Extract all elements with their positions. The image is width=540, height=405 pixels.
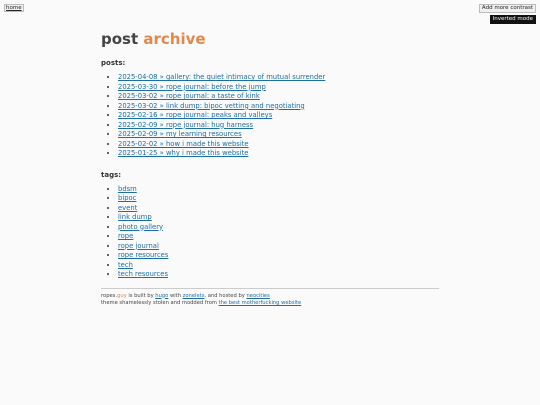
posts-heading: posts:: [101, 59, 126, 67]
tag-item: bipoc: [118, 194, 439, 204]
theme-text: theme shamelessly stolen and modded from: [101, 300, 219, 306]
tag-link[interactable]: tech: [118, 261, 133, 269]
footer-line-1: ropes.guy is built by hugo with zonelets…: [101, 293, 439, 301]
post-link[interactable]: 2025-03-30 » rope journal: before the ju…: [118, 83, 266, 91]
theme-link[interactable]: the best motherfucking website: [219, 300, 302, 306]
post-link[interactable]: 2025-02-09 » my learning resources: [118, 130, 242, 138]
site-name-accent: guy: [117, 292, 127, 299]
post-link[interactable]: 2025-01-25 » why i made this website: [118, 149, 248, 157]
neocities-link[interactable]: neocities: [246, 293, 269, 299]
tag-item: link dump: [118, 213, 439, 223]
tag-item: rope: [118, 232, 439, 242]
with-text: with: [168, 292, 183, 299]
top-controls: Add more contrast Inverted mode: [478, 4, 536, 24]
tags-heading: tags:: [101, 170, 122, 179]
tag-link[interactable]: photo gallery: [118, 223, 163, 231]
post-link[interactable]: 2025-03-02 » link dump: bipoc vetting an…: [118, 102, 305, 110]
tag-item: photo gallery: [118, 223, 439, 233]
post-item: 2025-02-09 » my learning resources: [118, 130, 439, 140]
post-link[interactable]: 2025-02-09 » rope journal: hug harness: [118, 121, 253, 129]
tag-item: tech resources: [118, 270, 439, 280]
site-name-prefix: ropes.: [101, 292, 118, 299]
footer: ropes.guy is built by hugo with zonelets…: [101, 293, 439, 308]
post-item: 2025-04-08 » gallery: the quiet intimacy…: [118, 73, 439, 83]
post-item: 2025-01-25 » why i made this website: [118, 149, 439, 159]
tag-item: rope resources: [118, 251, 439, 261]
tag-item: rope journal: [118, 242, 439, 252]
tags-list: bdsm bipoc event link dump photo gallery…: [101, 185, 439, 280]
tag-link[interactable]: tech resources: [118, 270, 168, 278]
posts-list: 2025-04-08 » gallery: the quiet intimacy…: [101, 73, 439, 159]
post-item: 2025-03-02 » link dump: bipoc vetting an…: [118, 102, 439, 112]
tag-link[interactable]: rope: [118, 232, 133, 240]
add-contrast-button[interactable]: Add more contrast: [478, 4, 536, 13]
post-link[interactable]: 2025-03-02 » rope journal: a taste of ki…: [118, 92, 260, 100]
post-link[interactable]: 2025-02-16 » rope journal: peaks and val…: [118, 111, 272, 119]
tag-link[interactable]: bipoc: [118, 194, 136, 202]
post-item: 2025-02-16 » rope journal: peaks and val…: [118, 111, 439, 121]
tag-link[interactable]: event: [118, 204, 137, 212]
title-part2: archive: [143, 30, 206, 48]
built-text: is built by: [126, 292, 156, 299]
hosted-text: , and hosted by: [204, 292, 247, 299]
home-link[interactable]: home: [4, 4, 24, 12]
footer-divider: [101, 287, 439, 289]
tag-link[interactable]: rope resources: [118, 251, 168, 259]
tag-link[interactable]: bdsm: [118, 185, 137, 193]
post-item: 2025-02-09 » rope journal: hug harness: [118, 121, 439, 131]
post-item: 2025-03-30 » rope journal: before the ju…: [118, 83, 439, 93]
tag-item: tech: [118, 261, 439, 271]
post-link[interactable]: 2025-02-02 » how i made this website: [118, 140, 249, 148]
zonelets-link[interactable]: zonelets: [183, 293, 205, 299]
tag-item: bdsm: [118, 185, 439, 195]
title-part1: post: [101, 30, 139, 48]
footer-line-2: theme shamelessly stolen and modded from…: [101, 300, 439, 308]
tag-link[interactable]: link dump: [118, 213, 152, 221]
tag-item: event: [118, 204, 439, 214]
hugo-link[interactable]: hugo: [155, 293, 168, 299]
post-link[interactable]: 2025-04-08 » gallery: the quiet intimacy…: [118, 73, 325, 81]
post-item: 2025-02-02 » how i made this website: [118, 140, 439, 150]
tag-link[interactable]: rope journal: [118, 242, 159, 250]
page-title: post archive: [101, 30, 439, 48]
inverted-mode-button[interactable]: Inverted mode: [489, 15, 536, 24]
main-content: post archive posts: 2025-04-08 » gallery…: [101, 30, 439, 308]
post-item: 2025-03-02 » rope journal: a taste of ki…: [118, 92, 439, 102]
